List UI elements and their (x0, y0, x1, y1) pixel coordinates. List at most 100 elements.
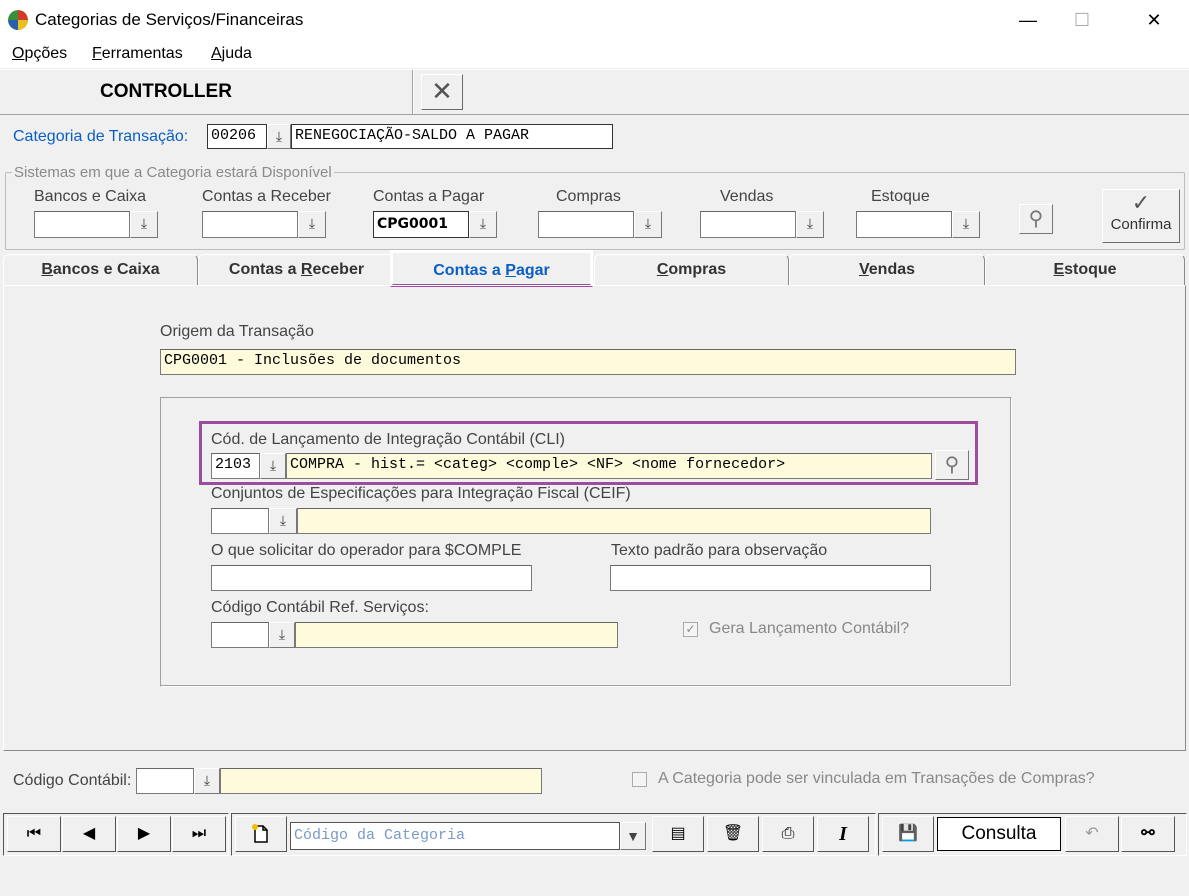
sistema-estoque-label: Estoque (871, 188, 930, 205)
italic-button[interactable]: I (817, 816, 869, 852)
chevron-down-icon: ▼ (626, 828, 640, 844)
tab-compras[interactable]: Compras (594, 254, 789, 286)
tab-receber-key: R (300, 261, 313, 278)
menu-opcoes-label: pções (24, 45, 68, 62)
undo-icon: ↶ (1085, 825, 1099, 842)
tab-estoque-label: stoque (1064, 261, 1117, 278)
tab-contas-pagar[interactable]: Contas a Pagar (390, 250, 593, 287)
confirma-button[interactable]: ✓ Confirma (1102, 189, 1180, 243)
codigo-contabil-dropdown[interactable]: ⤓ (194, 768, 220, 794)
undo-button[interactable]: ↶ (1065, 816, 1119, 852)
maximize-button[interactable]: ☐ (1062, 6, 1102, 34)
sistema-receber-label: Contas a Receber (202, 188, 331, 205)
close-window-button[interactable]: ✕ (1134, 6, 1174, 34)
ceif-code-input[interactable] (211, 508, 269, 534)
menu-opcoes[interactable]: Opções (12, 45, 67, 63)
ref-servicos-label: Código Contábil Ref. Serviços: (211, 599, 429, 616)
menu-ajuda-key: A (211, 45, 222, 62)
search-binoculars-button[interactable]: ⚯ (1121, 816, 1175, 852)
cli-description-field: COMPRA - hist.= <categ> <comple> <NF> <n… (286, 453, 932, 479)
minimize-button[interactable]: — (1008, 6, 1048, 34)
download-arrow-icon: ⤓ (644, 215, 652, 231)
sistemas-group-label: Sistemas em que a Categoria estará Dispo… (12, 164, 334, 181)
checkmark-icon: ✓ (1131, 190, 1151, 215)
last-record-button[interactable]: ⏭ (172, 816, 226, 852)
origem-field: CPG0001 - Inclusões de documentos (160, 349, 1016, 375)
sistema-bancos-input[interactable] (34, 211, 130, 238)
menu-opcoes-key: O (12, 45, 25, 62)
save-button[interactable]: 💾 (882, 816, 934, 852)
sistema-estoque-dropdown[interactable]: ⤓ (952, 211, 980, 238)
codigo-contabil-code-input[interactable] (136, 768, 194, 794)
tab-vendas[interactable]: Vendas (789, 254, 985, 286)
sistema-vendas-dropdown[interactable]: ⤓ (796, 211, 824, 238)
tab-pagar-label: agar (515, 262, 550, 279)
vinculo-compras-label: A Categoria pode ser vinculada em Transa… (658, 770, 1095, 787)
search-dropdown-button[interactable]: ▼ (620, 822, 646, 850)
header-divider (412, 70, 414, 114)
tab-compras-key: C (656, 261, 669, 278)
delete-button[interactable]: 🗑 (707, 816, 759, 852)
observacao-input[interactable] (610, 565, 931, 591)
tab-bancos-caixa[interactable]: Bancos e Caixa (3, 254, 198, 286)
sistema-pagar-input[interactable]: CPG0001 (373, 211, 469, 238)
help-question-icon: ⚲ (1028, 208, 1044, 230)
sistema-compras-dropdown[interactable]: ⤓ (634, 211, 662, 238)
download-arrow-icon: ⤓ (279, 512, 287, 528)
menu-ferramentas-key: F (92, 45, 102, 62)
sistema-compras-input[interactable] (538, 211, 634, 238)
codigo-contabil-description-field (220, 768, 542, 794)
menu-ferramentas-label: erramentas (101, 45, 183, 62)
tab-compras-label: ompras (668, 261, 727, 278)
sistema-vendas-input[interactable] (700, 211, 796, 238)
sistema-receber-dropdown[interactable]: ⤓ (298, 211, 326, 238)
categoria-code-input[interactable]: 00206 (207, 124, 267, 149)
download-arrow-icon: ⤓ (479, 215, 487, 231)
sistema-estoque-input[interactable] (856, 211, 952, 238)
gera-lancamento-label: Gera Lançamento Contábil? (709, 620, 910, 637)
origem-label: Origem da Transação (160, 323, 314, 340)
tab-pagar-key: P (505, 262, 516, 279)
categoria-dropdown-button[interactable]: ⤓ (267, 124, 291, 149)
ceif-dropdown-button[interactable]: ⤓ (269, 508, 297, 534)
menu-ajuda[interactable]: Ajuda (211, 45, 252, 63)
header-title: CONTROLLER (100, 81, 232, 102)
ref-servicos-dropdown-button[interactable]: ⤓ (269, 622, 295, 648)
ref-servicos-code-input[interactable] (211, 622, 269, 648)
tab-estoque-key: E (1053, 261, 1065, 278)
new-document-icon (252, 824, 268, 843)
header-close-button[interactable]: ✕ (421, 74, 463, 110)
new-record-button[interactable] (235, 816, 287, 852)
cli-help-button[interactable]: ⚲ (935, 450, 969, 480)
gera-lancamento-checkbox[interactable]: ✓ (683, 622, 698, 637)
download-arrow-icon: ⤓ (962, 215, 970, 231)
download-arrow-icon: ⤓ (275, 128, 283, 144)
codigo-categoria-search-input[interactable]: Código da Categoria (290, 822, 620, 850)
tab-bancos-key: B (41, 261, 53, 278)
print-button[interactable]: ⎙ (762, 816, 814, 852)
help-question-icon: ⚲ (944, 454, 960, 476)
download-arrow-icon: ⤓ (140, 215, 148, 231)
report-icon: ▤ (670, 825, 686, 842)
prev-record-button[interactable]: ◀ (62, 816, 116, 852)
first-record-button[interactable]: ⏮ (7, 816, 61, 852)
app-icon (8, 10, 28, 30)
cli-dropdown-button[interactable]: ⤓ (260, 453, 286, 479)
sistema-bancos-dropdown[interactable]: ⤓ (130, 211, 158, 238)
tab-receber-label: eceber (312, 261, 365, 278)
window-title: Categorias de Serviços/Financeiras (35, 10, 304, 29)
menu-ferramentas[interactable]: Ferramentas (92, 45, 183, 63)
vinculo-compras-checkbox[interactable] (632, 772, 647, 787)
report-button[interactable]: ▤ (652, 816, 704, 852)
sistema-receber-input[interactable] (202, 211, 298, 238)
codigo-contabil-label: Código Contábil: (13, 772, 132, 789)
categoria-description-field: RENEGOCIAÇÃO-SALDO A PAGAR (291, 124, 613, 149)
sistemas-help-button[interactable]: ⚲ (1019, 204, 1053, 234)
comple-input[interactable] (211, 565, 532, 591)
cli-code-input[interactable]: 2103 (211, 453, 260, 479)
tab-estoque[interactable]: Estoque (985, 254, 1185, 286)
sistema-pagar-dropdown[interactable]: ⤓ (469, 211, 497, 238)
tab-contas-receber[interactable]: Contas a Receber (198, 254, 395, 286)
next-record-button[interactable]: ▶ (117, 816, 171, 852)
download-arrow-icon: ⤓ (806, 215, 814, 231)
